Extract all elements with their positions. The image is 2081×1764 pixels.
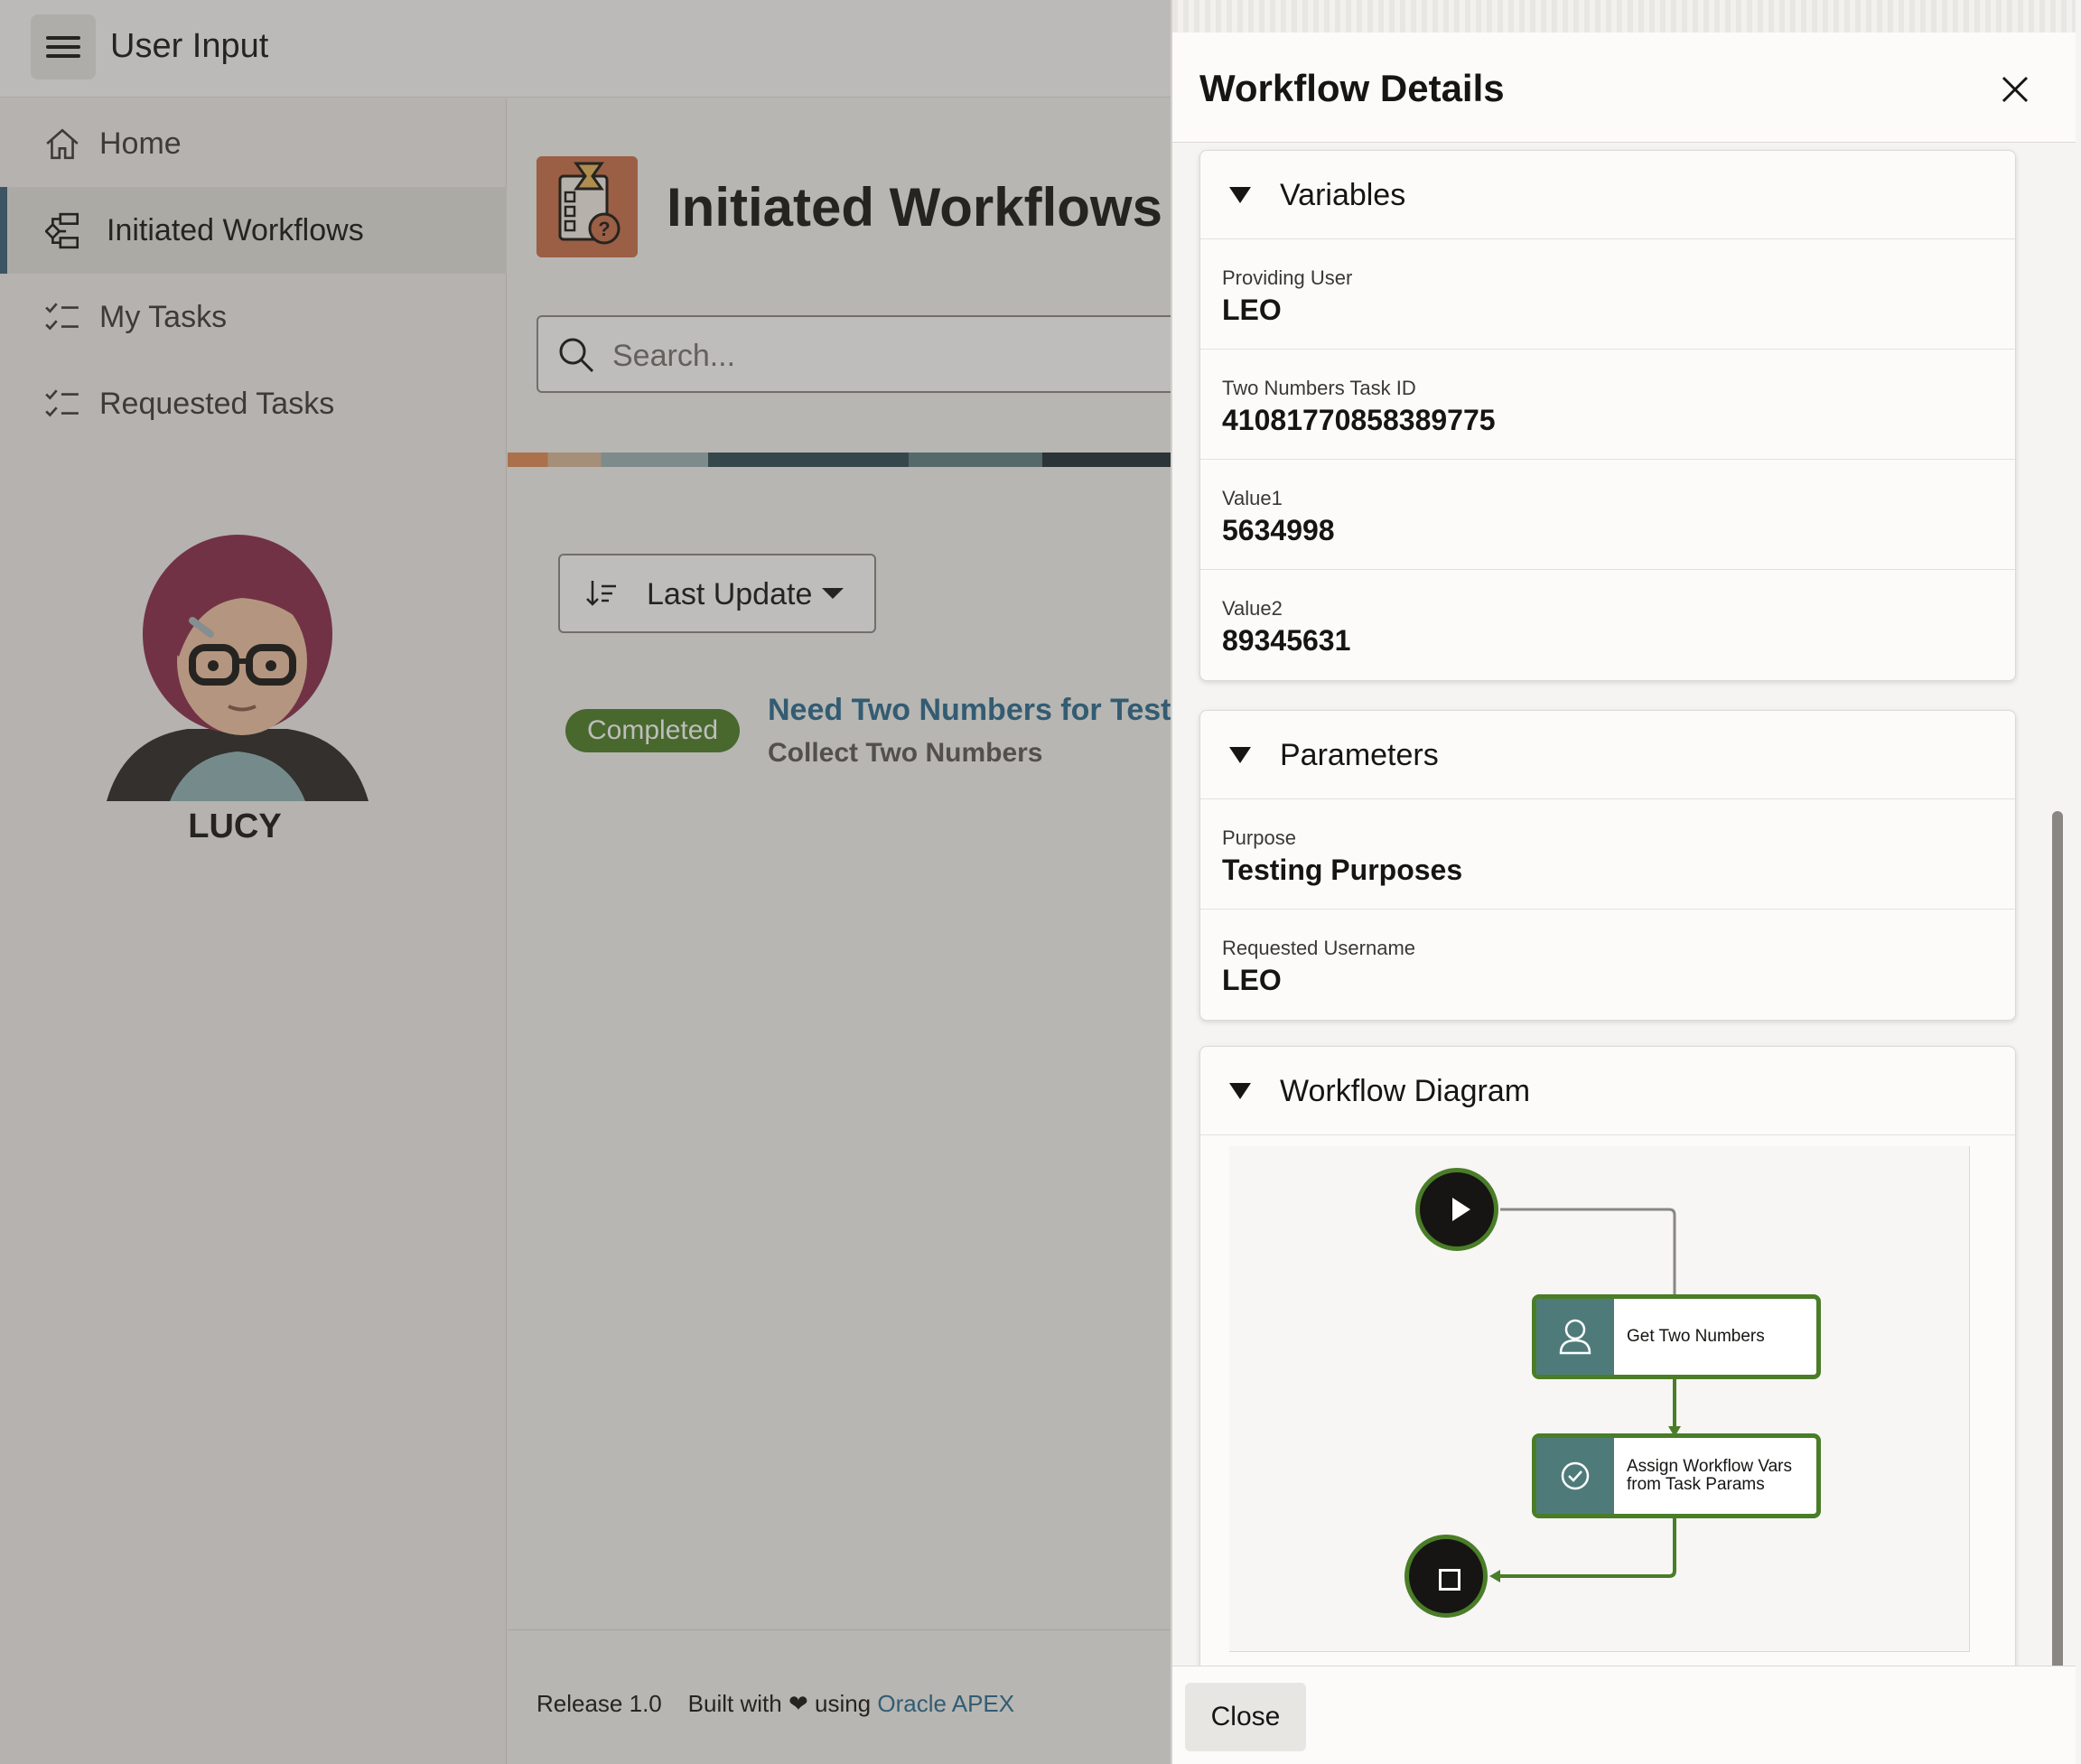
workflow-start-node[interactable] (1415, 1168, 1498, 1251)
close-button[interactable]: Close (1185, 1683, 1306, 1751)
workflow-end-node[interactable] (1404, 1535, 1488, 1618)
task-node-get-two-numbers[interactable]: Get Two Numbers (1532, 1294, 1821, 1379)
field-value: 5634998 (1222, 514, 1335, 546)
field-value: Testing Purposes (1222, 854, 1463, 886)
field-value2: Value2 89345631 (1200, 570, 2015, 680)
drawer-footer: Close (1172, 1666, 2076, 1764)
task-node-assign-workflow-vars[interactable]: Assign Workflow Vars from Task Params (1532, 1433, 1821, 1518)
drawer-scrollbar[interactable] (2052, 811, 2063, 1666)
field-value1: Value1 5634998 (1200, 460, 2015, 570)
workflow-diagram-region-header[interactable]: Workflow Diagram (1200, 1047, 2015, 1135)
diagram-connectors (1489, 1208, 1681, 1582)
field-label: Two Numbers Task ID (1222, 377, 1416, 399)
workflow-diagram-canvas[interactable]: Get Two Numbers Assign Workflow Vars fro… (1229, 1146, 1970, 1652)
parameters-region: Parameters Purpose Testing Purposes Requ… (1199, 710, 2016, 1021)
task-label-line2: from Task Params (1627, 1475, 1765, 1494)
region-title: Variables (1280, 178, 1406, 212)
modal-overlay[interactable] (0, 0, 1171, 1764)
field-value: 41081770858389775 (1222, 404, 1496, 436)
field-providing-user: Providing User LEO (1200, 239, 2015, 350)
field-label: Providing User (1222, 266, 1353, 289)
drawer-body: Variables Providing User LEO Two Numbers… (1172, 143, 2076, 1666)
task-icon-box (1536, 1299, 1614, 1375)
field-value: LEO (1222, 294, 1282, 326)
collapse-caret-icon[interactable] (1229, 747, 1251, 763)
region-title: Parameters (1280, 738, 1439, 772)
field-value: 89345631 (1222, 624, 1351, 657)
variables-region: Variables Providing User LEO Two Numbers… (1199, 150, 2016, 681)
parameters-region-header[interactable]: Parameters (1200, 711, 2015, 799)
field-label: Purpose (1222, 826, 1296, 849)
field-label: Value2 (1222, 597, 1283, 620)
user-icon (1559, 1319, 1591, 1355)
collapse-caret-icon[interactable] (1229, 187, 1251, 203)
drawer-header: Workflow Details (1172, 33, 2076, 143)
collapse-caret-icon[interactable] (1229, 1083, 1251, 1099)
workflow-details-drawer: Workflow Details Variables Providing Use… (1171, 0, 2076, 1764)
check-circle-icon (1561, 1461, 1590, 1490)
task-label-line1: Assign Workflow Vars (1627, 1457, 1793, 1476)
variables-region-header[interactable]: Variables (1200, 151, 2015, 239)
field-purpose: Purpose Testing Purposes (1200, 799, 2015, 910)
workflow-diagram-region: Workflow Diagram Get Two Numbers Assign … (1199, 1046, 2016, 1666)
field-two-numbers-task-id: Two Numbers Task ID 41081770858389775 (1200, 350, 2015, 460)
field-label: Requested Username (1222, 937, 1416, 959)
drawer-top-pattern (1172, 0, 2076, 33)
task-label: Get Two Numbers (1627, 1327, 1765, 1346)
drawer-title: Workflow Details (1199, 67, 1505, 109)
region-title: Workflow Diagram (1280, 1074, 1531, 1108)
close-icon[interactable] (1994, 69, 2036, 110)
task-icon-box (1536, 1438, 1614, 1514)
field-value: LEO (1222, 964, 1282, 996)
field-label: Value1 (1222, 487, 1283, 509)
field-requested-username: Requested Username LEO (1200, 910, 2015, 1020)
